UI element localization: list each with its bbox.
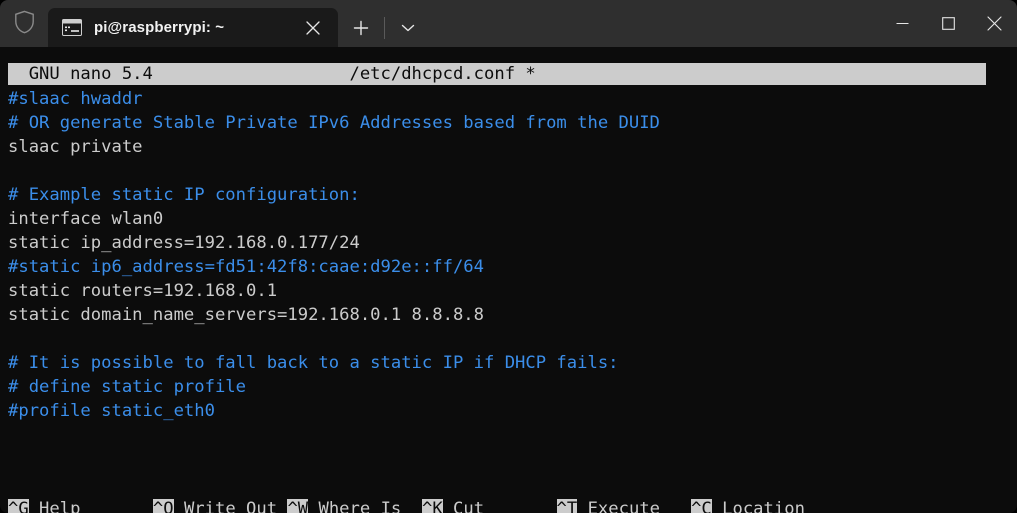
shortcut-key[interactable]: ^K (421, 499, 443, 513)
minimize-button[interactable] (879, 0, 925, 47)
shortcut-label[interactable]: Execute (577, 499, 660, 513)
shortcut-gap (401, 499, 422, 513)
nano-line: slaac private (8, 137, 143, 157)
nano-line: interface wlan0 (8, 209, 164, 229)
nano-line: # OR generate Stable Private IPv6 Addres… (8, 113, 660, 133)
nano-line (8, 159, 1009, 183)
shortcut-key[interactable]: ^T (556, 499, 578, 513)
shortcut-key[interactable]: ^C (691, 499, 712, 513)
close-window-button[interactable] (971, 0, 1017, 47)
shortcut-label[interactable]: Write Out (174, 499, 277, 513)
nano-line: #profile static_eth0 (8, 401, 215, 421)
shortcut-key[interactable]: ^W (287, 499, 309, 513)
tab-tools (338, 8, 425, 47)
shortcut-key[interactable]: ^O (152, 499, 174, 513)
shortcut-gap (484, 499, 556, 513)
nano-line: #static ip6_address=fd51:42f8:caae:d92e:… (8, 257, 484, 277)
nano-line: static ip_address=192.168.0.177/24 (8, 233, 360, 253)
nano-line: static routers=192.168.0.1 (8, 281, 278, 301)
nano-line: static domain_name_servers=192.168.0.1 8… (8, 305, 484, 325)
terminal-pane[interactable]: GNU nano 5.4 /etc/dhcpcd.conf * #slaac h… (0, 47, 1017, 513)
nano-title-bar: GNU nano 5.4 /etc/dhcpcd.conf * (8, 63, 986, 85)
tab-close-button[interactable] (298, 13, 328, 43)
nano-line: # define static profile (8, 377, 246, 397)
shortcut-gap (277, 499, 287, 513)
tab-tools-separator (384, 16, 385, 39)
new-tab-button[interactable] (344, 13, 378, 43)
shortcut-gap (80, 499, 152, 513)
shortcut-label[interactable]: Location (712, 499, 805, 513)
terminal-icon (62, 19, 82, 36)
chevron-down-icon[interactable] (391, 13, 425, 43)
nano-line (8, 327, 1009, 351)
window-caption-buttons (879, 0, 1017, 47)
maximize-button[interactable] (925, 0, 971, 47)
tab-pi-raspberrypi[interactable]: pi@raspberrypi: ~ (48, 8, 338, 47)
nano-line: # It is possible to fall back to a stati… (8, 353, 619, 373)
nano-line: #slaac hwaddr (8, 89, 143, 109)
shortcut-gap (660, 499, 691, 513)
nano-text-buffer[interactable]: #slaac hwaddr # OR generate Stable Privat… (8, 87, 1009, 423)
shortcut-key[interactable]: ^G (8, 499, 29, 513)
nano-shortcut-bar: ^G Help ^O Write Out ^W Where Is ^K Cut … (8, 449, 1009, 513)
nano-shortcut-row-1: ^G Help ^O Write Out ^W Where Is ^K Cut … (8, 497, 1009, 513)
terminal-window: pi@raspberrypi: ~ GNU nano 5.4 /etc/dhcp… (0, 0, 1017, 513)
shield-icon (14, 10, 35, 38)
shortcut-label[interactable]: Cut (443, 499, 484, 513)
nano-line: # Example static IP configuration: (8, 185, 360, 205)
title-bar: pi@raspberrypi: ~ (0, 0, 1017, 47)
shortcut-label[interactable]: Help (29, 499, 80, 513)
elevation-shield-wrap (0, 0, 48, 47)
shortcut-label[interactable]: Where Is (308, 499, 401, 513)
tab-title: pi@raspberrypi: ~ (94, 19, 225, 36)
